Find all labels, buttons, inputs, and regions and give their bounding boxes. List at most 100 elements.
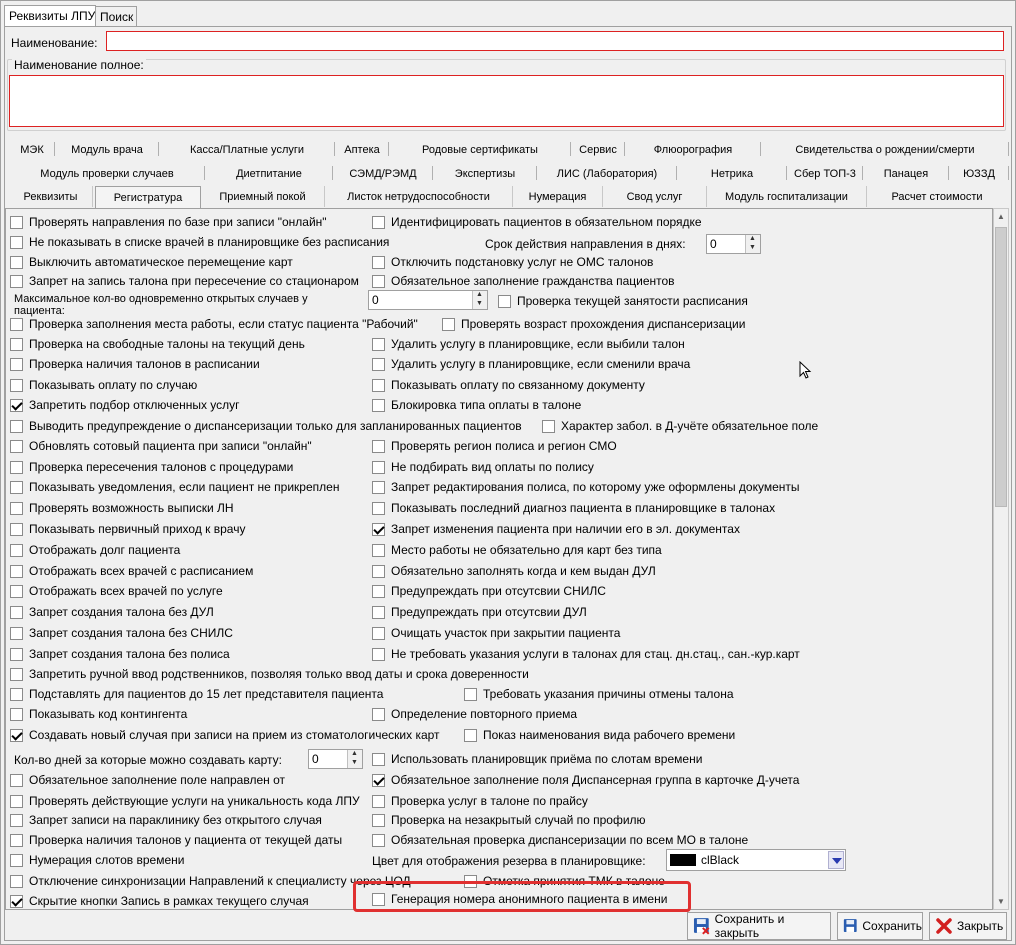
checkbox[interactable] xyxy=(10,439,23,453)
checkbox[interactable] xyxy=(372,522,385,536)
check-identify-patients[interactable]: Идентифицировать пациентов в обязательно… xyxy=(372,214,702,230)
checkbox[interactable] xyxy=(372,647,385,661)
check-disease-character[interactable]: Характер забол. в Д-учёте обязательное п… xyxy=(542,418,818,434)
check-price-services[interactable]: Проверка услуг в талоне по прайсу xyxy=(372,793,588,809)
check-first-visit[interactable]: Показывать первичный приход к врачу xyxy=(10,521,245,537)
check-hospital-overlap[interactable]: Запрет на запись талона при пересечение … xyxy=(10,273,359,289)
checkbox[interactable] xyxy=(10,584,23,598)
check-no-service-required[interactable]: Не требовать указания услуги в талонах д… xyxy=(372,646,800,662)
tab-numbering[interactable]: Нумерация xyxy=(513,186,603,207)
checkbox[interactable] xyxy=(10,501,23,515)
checkbox[interactable] xyxy=(372,626,385,640)
tab-birth-death[interactable]: Свидетельства о рождении/смерти xyxy=(761,138,1009,160)
tab-lpu-requisites[interactable]: Реквизиты ЛПУ xyxy=(4,5,96,26)
checkbox[interactable] xyxy=(10,337,23,351)
check-no-dul[interactable]: Запрет создания талона без ДУЛ xyxy=(10,604,214,620)
check-slot-scheduler[interactable]: Использовать планировщик приёма по слота… xyxy=(372,751,702,767)
checkbox[interactable] xyxy=(372,794,385,808)
save-button[interactable]: Сохранить xyxy=(837,912,923,940)
check-cancel-reason[interactable]: Требовать указания причины отмены талона xyxy=(464,686,734,702)
check-warn-dul[interactable]: Предупреждать при отсутсвии ДУЛ xyxy=(372,604,587,620)
checkbox[interactable] xyxy=(10,773,23,787)
check-patient-tickets-date[interactable]: Проверка наличия талонов у пациента от т… xyxy=(10,832,342,848)
tab-yuzzd[interactable]: ЮЗЗД xyxy=(949,162,1009,184)
check-cod-sync[interactable]: Отключение синхронизации Направлений к с… xyxy=(10,873,411,889)
check-paraclinic-case[interactable]: Запрет записи на параклинику без открыто… xyxy=(10,812,322,828)
checkbox[interactable] xyxy=(10,853,23,867)
check-dul-issuer[interactable]: Обязательно заполнять когда и кем выдан … xyxy=(372,563,656,579)
checkbox[interactable] xyxy=(372,564,385,578)
tab-cost-calc[interactable]: Расчет стоимости xyxy=(867,186,1007,207)
check-worktime-name[interactable]: Показ наименования вида рабочего времени xyxy=(464,727,735,743)
vertical-scrollbar[interactable]: ▲ ▼ xyxy=(993,208,1009,910)
checkbox[interactable] xyxy=(372,398,385,412)
chevron-down-icon[interactable] xyxy=(828,851,844,869)
check-hide-record-button[interactable]: Скрытие кнопки Запись в рамках текущего … xyxy=(10,893,309,909)
check-dispensary-warning[interactable]: Выводить предупреждение о диспансеризаци… xyxy=(10,418,522,434)
check-dispensary-age[interactable]: Проверять возраст прохождения диспансери… xyxy=(442,316,745,332)
check-all-doctors-schedule[interactable]: Отображать всех врачей с расписанием xyxy=(10,563,253,579)
check-sick-leave-possible[interactable]: Проверять возможность выписки ЛН xyxy=(10,500,234,516)
check-unique-lpu-code[interactable]: Проверять действующие услуги на уникальн… xyxy=(10,793,360,809)
checkbox[interactable] xyxy=(372,833,385,847)
check-online-referral[interactable]: Проверять направления по базе при записи… xyxy=(10,214,327,230)
tab-registry[interactable]: Регистратура xyxy=(95,186,201,208)
checkbox[interactable] xyxy=(10,833,23,847)
check-tickets-in-schedule[interactable]: Проверка наличия талонов в расписании xyxy=(10,356,260,372)
check-warn-snils[interactable]: Предупреждать при отсутсвии СНИЛС xyxy=(372,583,606,599)
tab-birth-certs[interactable]: Родовые сертификаты xyxy=(389,138,571,160)
checkbox[interactable] xyxy=(372,584,385,598)
tab-panacea[interactable]: Панацея xyxy=(863,162,949,184)
checkbox[interactable] xyxy=(372,255,385,269)
checkbox[interactable] xyxy=(372,215,385,229)
checkbox[interactable] xyxy=(372,274,385,288)
checkbox[interactable] xyxy=(10,317,23,331)
check-show-debt[interactable]: Отображать долг пациента xyxy=(10,542,180,558)
tab-service[interactable]: Сервис xyxy=(571,138,625,160)
full-name-input[interactable] xyxy=(9,75,1004,127)
checkbox[interactable] xyxy=(10,543,23,557)
checkbox[interactable] xyxy=(10,398,23,412)
check-disabled-services[interactable]: Запретить подбор отключенных услуг xyxy=(10,397,240,413)
check-citizenship[interactable]: Обязательное заполнение гражданства паци… xyxy=(372,273,675,289)
check-tmk-mark[interactable]: Отметка принятия ТМК в талоне xyxy=(464,873,665,889)
reserve-color-select[interactable]: clBlack xyxy=(666,849,846,871)
max-cases-spinner[interactable]: 0 ▲ ▼ xyxy=(368,290,488,310)
tab-netrika[interactable]: Нетрика xyxy=(677,162,787,184)
check-hide-doctors[interactable]: Не показывать в списке врачей в планиров… xyxy=(10,234,389,250)
tab-mek[interactable]: МЭК xyxy=(9,138,55,160)
tab-services-summary[interactable]: Свод услуг xyxy=(603,186,707,207)
check-clear-area[interactable]: Очищать участок при закрытии пациента xyxy=(372,625,620,641)
check-new-case-dental[interactable]: Создавать новый случая при записи на при… xyxy=(10,727,440,743)
tab-hospitalization[interactable]: Модуль госпитализации xyxy=(707,186,867,207)
check-anon-patient-number[interactable]: Генерация номера анонимного пациента в и… xyxy=(372,891,668,907)
checkbox[interactable] xyxy=(372,752,385,766)
check-no-payment-by-policy[interactable]: Не подбирать вид оплаты по полису xyxy=(372,459,594,475)
checkbox[interactable] xyxy=(10,794,23,808)
checkbox[interactable] xyxy=(372,605,385,619)
checkbox[interactable] xyxy=(10,874,23,888)
check-free-tickets[interactable]: Проверка на свободные талоны на текущий … xyxy=(10,336,305,352)
check-last-diagnosis[interactable]: Показывать последний диагноз пациента в … xyxy=(372,500,775,516)
checkbox[interactable] xyxy=(372,460,385,474)
name-input[interactable] xyxy=(106,31,1004,51)
close-button[interactable]: Закрыть xyxy=(929,912,1007,940)
check-no-manual-relatives[interactable]: Запретить ручной ввод родственников, поз… xyxy=(10,666,529,682)
checkbox[interactable] xyxy=(372,337,385,351)
checkbox[interactable] xyxy=(542,419,555,433)
check-contingent-code[interactable]: Показывать код контингента xyxy=(10,706,187,722)
checkbox[interactable] xyxy=(10,707,23,721)
check-policy-region[interactable]: Проверять регион полиса и регион СМО xyxy=(372,438,617,454)
check-update-phone[interactable]: Обновлять сотовый пациента при записи "о… xyxy=(10,438,312,454)
check-auto-move-cards[interactable]: Выключить автоматическое перемещение кар… xyxy=(10,254,293,270)
checkbox[interactable] xyxy=(10,605,23,619)
checkbox[interactable] xyxy=(10,460,23,474)
checkbox[interactable] xyxy=(10,274,23,288)
check-lock-payment-type[interactable]: Блокировка типа оплаты в талоне xyxy=(372,397,581,413)
check-schedule-busy[interactable]: Проверка текущей занятости расписания xyxy=(498,293,748,309)
checkbox[interactable] xyxy=(372,439,385,453)
check-repeat-visit[interactable]: Определение повторного приема xyxy=(372,706,577,722)
tab-doctor-module[interactable]: Модуль врача xyxy=(55,138,159,160)
checkbox[interactable] xyxy=(10,728,23,742)
tab-lis[interactable]: ЛИС (Лаборатория) xyxy=(537,162,677,184)
